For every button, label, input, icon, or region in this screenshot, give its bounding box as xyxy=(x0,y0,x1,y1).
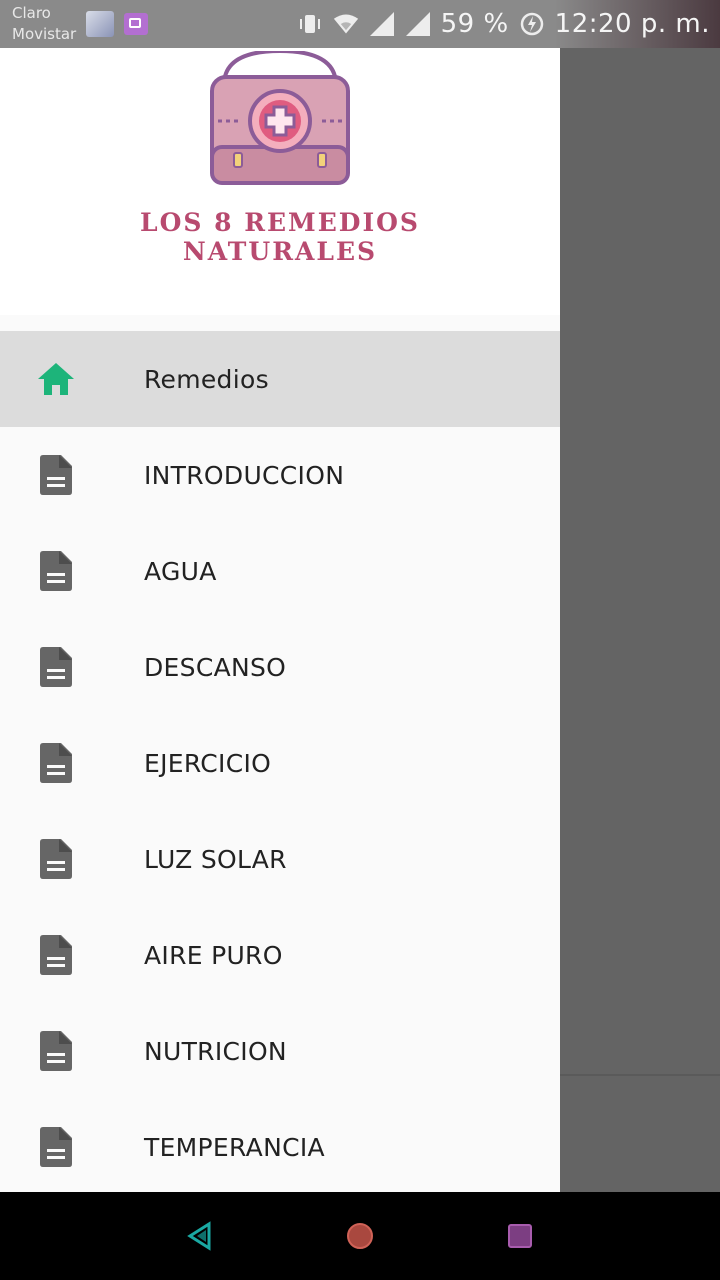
menu-item-label: TEMPERANCIA xyxy=(144,1132,325,1162)
back-icon[interactable] xyxy=(178,1214,222,1258)
avatar-notification-icon xyxy=(86,11,114,37)
menu-item-label: NUTRICION xyxy=(144,1036,287,1066)
drawer-menu: Remedios INTRODUCCION AGUA DESCANSO EJER xyxy=(0,331,560,1192)
carrier-line-2: Movistar xyxy=(12,25,77,43)
first-aid-kit-icon xyxy=(208,48,352,191)
divider xyxy=(560,1074,720,1076)
clock: 12:20 p. m. xyxy=(554,9,710,39)
menu-item-label: DESCANSO xyxy=(144,652,287,682)
drawer-header: LOS 8 REMEDIOS NATURALES xyxy=(0,48,560,315)
menu-item-introduccion[interactable]: INTRODUCCION xyxy=(0,427,560,523)
menu-item-ejercicio[interactable]: EJERCICIO xyxy=(0,715,560,811)
document-icon xyxy=(36,455,76,495)
signal-icon xyxy=(369,11,395,37)
menu-item-nutricion[interactable]: NUTRICION xyxy=(0,1003,560,1099)
navigation-drawer: LOS 8 REMEDIOS NATURALES Remedios INTROD… xyxy=(0,48,560,1192)
document-icon xyxy=(36,743,76,783)
scrim-overlay[interactable] xyxy=(560,48,720,1192)
battery-charging-icon xyxy=(519,11,545,37)
menu-item-luz-solar[interactable]: LUZ SOLAR xyxy=(0,811,560,907)
wifi-icon xyxy=(333,11,359,37)
menu-item-temperancia[interactable]: TEMPERANCIA xyxy=(0,1099,560,1192)
menu-item-label: LUZ SOLAR xyxy=(144,844,287,874)
document-icon xyxy=(36,647,76,687)
document-icon xyxy=(36,1127,76,1167)
menu-item-label: EJERCICIO xyxy=(144,748,272,778)
home-circle-icon[interactable] xyxy=(338,1214,382,1258)
status-bar: Claro Movistar 59 % 12:20 p. m. xyxy=(0,0,720,48)
menu-item-label: INTRODUCCION xyxy=(144,460,345,490)
recents-square-icon[interactable] xyxy=(498,1214,542,1258)
app-title: LOS 8 REMEDIOS NATURALES xyxy=(0,208,560,266)
document-icon xyxy=(36,935,76,975)
gallery-notification-icon xyxy=(124,13,148,35)
carrier-line-1: Claro xyxy=(12,4,51,22)
menu-item-label: Remedios xyxy=(144,364,269,394)
document-icon xyxy=(36,551,76,591)
signal-icon xyxy=(405,11,431,37)
menu-item-remedios[interactable]: Remedios xyxy=(0,331,560,427)
home-icon xyxy=(36,359,76,399)
document-icon xyxy=(36,839,76,879)
menu-item-descanso[interactable]: DESCANSO xyxy=(0,619,560,715)
battery-percentage: 59 % xyxy=(440,9,509,39)
vibrate-icon xyxy=(297,11,323,37)
menu-item-agua[interactable]: AGUA xyxy=(0,523,560,619)
document-icon xyxy=(36,1031,76,1071)
menu-item-aire-puro[interactable]: AIRE PURO xyxy=(0,907,560,1003)
menu-item-label: AGUA xyxy=(144,556,217,586)
app-title-line-2: NATURALES xyxy=(182,237,378,266)
menu-item-label: AIRE PURO xyxy=(144,940,283,970)
app-title-line-1: LOS 8 REMEDIOS xyxy=(140,208,420,237)
carrier-label: Claro Movistar xyxy=(12,3,76,45)
navigation-bar xyxy=(0,1192,720,1280)
